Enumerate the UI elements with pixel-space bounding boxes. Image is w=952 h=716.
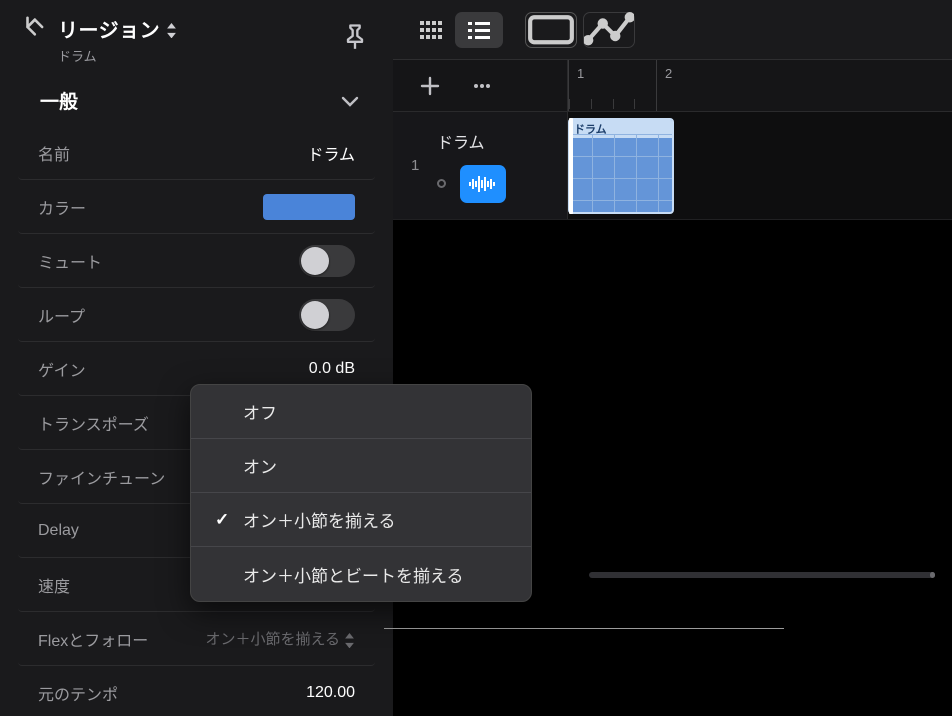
color-swatch[interactable] <box>263 194 355 220</box>
row-name[interactable]: 名前 ドラム <box>18 126 375 180</box>
automation-mode-button[interactable] <box>583 12 635 48</box>
view-grid-button[interactable] <box>407 12 455 48</box>
playhead[interactable] <box>569 118 573 214</box>
popup-item-on-bars[interactable]: ✓ オン＋小節を揃える <box>191 493 531 547</box>
loop-toggle[interactable] <box>299 299 355 331</box>
add-track-icon[interactable] <box>419 75 441 97</box>
popup-item-label: オン＋小節を揃える <box>243 507 396 532</box>
row-flex-follow[interactable]: Flexとフォロー オン＋小節を揃える <box>18 612 375 666</box>
inspector-header: リージョン ドラム <box>0 0 393 83</box>
chevron-down-icon <box>341 94 359 108</box>
gain-value[interactable]: 0.0 dB <box>309 360 355 378</box>
row-loop: ループ <box>18 288 375 342</box>
audio-region[interactable]: ドラム <box>568 118 674 214</box>
row-label: ループ <box>38 303 85 327</box>
track-header-controls <box>393 60 568 111</box>
track-index: 1 <box>411 157 423 174</box>
track-lane[interactable]: ドラム <box>568 112 952 219</box>
inspector-panel: リージョン ドラム 一般 名前 ドラム カラー <box>0 0 393 716</box>
back-arrow-icon[interactable] <box>22 16 44 40</box>
popup-item-label: オフ <box>243 399 277 424</box>
updown-arrows-icon[interactable] <box>166 23 177 37</box>
row-label: 速度 <box>38 573 70 597</box>
name-value[interactable]: ドラム <box>307 141 355 165</box>
scrollbar-thumb[interactable] <box>930 572 935 578</box>
record-enable-icon[interactable] <box>437 179 446 188</box>
track-row: 1 ドラム ドラム <box>393 112 952 220</box>
inspector-subtitle: ドラム <box>58 46 177 65</box>
timeline-header: 1 2 <box>393 60 952 112</box>
check-icon: ✓ <box>215 510 233 530</box>
more-icon[interactable] <box>471 75 493 97</box>
ruler-mark: 2 <box>656 60 744 111</box>
row-color[interactable]: カラー <box>18 180 375 234</box>
tempo-value[interactable]: 120.00 <box>306 684 355 702</box>
section-title: 一般 <box>40 87 78 114</box>
row-label: ミュート <box>38 249 102 273</box>
row-original-tempo[interactable]: 元のテンポ 120.00 <box>18 666 375 716</box>
track-header[interactable]: 1 ドラム <box>393 112 568 219</box>
popup-item-off[interactable]: ✓ オフ <box>191 385 531 439</box>
horizontal-scrollbar[interactable] <box>589 572 935 578</box>
edit-mode-segmented <box>525 12 635 48</box>
row-label: Flexとフォロー <box>38 627 148 651</box>
row-label: 元のテンポ <box>38 681 118 705</box>
popup-item-label: オン <box>243 453 277 478</box>
inspector-title[interactable]: リージョン <box>58 14 160 43</box>
arrange-area: 1 2 1 ドラム <box>393 0 952 716</box>
row-mute: ミュート <box>18 234 375 288</box>
popup-item-on[interactable]: ✓ オン <box>191 439 531 493</box>
view-mode-segmented <box>407 12 503 48</box>
updown-arrows-icon <box>344 633 355 647</box>
main-toolbar <box>393 0 952 60</box>
row-label: ゲイン <box>38 357 86 381</box>
popup-item-label: オン＋小節とビートを揃える <box>243 562 464 587</box>
section-header[interactable]: 一般 <box>0 83 393 126</box>
row-label: ファインチューン <box>38 465 165 489</box>
flex-value: オン＋小節を揃える <box>205 628 340 649</box>
flex-follow-popup: ✓ オフ ✓ オン ✓ オン＋小節を揃える ✓ オン＋小節とビートを揃える <box>190 384 532 602</box>
pin-icon[interactable] <box>341 22 369 50</box>
row-label: トランスポーズ <box>38 411 149 435</box>
track-name: ドラム <box>437 129 549 153</box>
row-label: カラー <box>38 195 86 219</box>
row-label: Delay <box>38 522 79 540</box>
row-label: 名前 <box>38 141 70 165</box>
region-mode-button[interactable] <box>525 12 577 48</box>
ruler-mark: 1 <box>568 60 656 111</box>
view-list-button[interactable] <box>455 12 503 48</box>
mute-toggle[interactable] <box>299 245 355 277</box>
popup-item-on-bars-beats[interactable]: ✓ オン＋小節とビートを揃える <box>191 547 531 601</box>
track-type-icon <box>460 165 506 203</box>
region-waveform-icon <box>570 134 672 212</box>
callout-leader-line <box>384 628 784 629</box>
bar-ruler[interactable]: 1 2 <box>568 60 952 111</box>
